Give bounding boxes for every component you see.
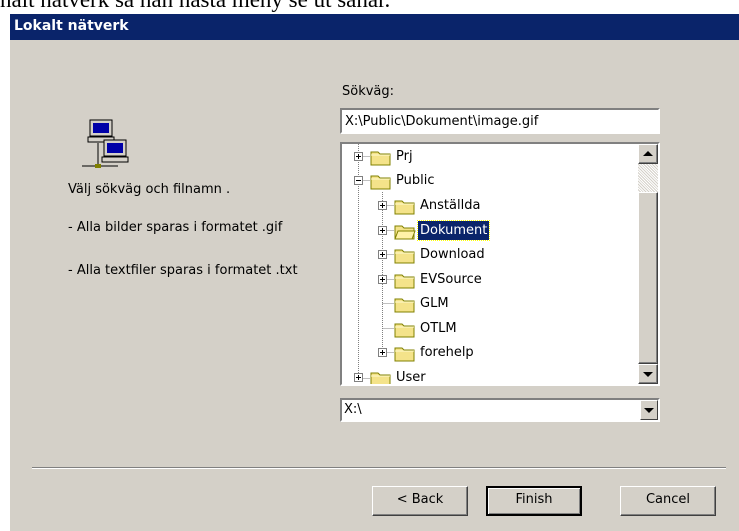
tree-item-label: GLM: [420, 296, 449, 311]
drive-dropdown-button[interactable]: [640, 400, 658, 420]
tree-item-evsource[interactable]: EVSource: [342, 269, 638, 291]
caption-text: nalt nätverk så han nästa meny se ut såh…: [0, 0, 390, 13]
tree-scrollbar[interactable]: [638, 144, 658, 384]
expand-icon[interactable]: [354, 152, 363, 161]
arrow-down-icon: [643, 372, 653, 377]
expand-icon[interactable]: [378, 348, 387, 357]
tree-item-label: OTLM: [420, 321, 457, 336]
gif-format-note: - Alla bilder sparas i formatet .gif: [68, 220, 283, 235]
tree-item-glm[interactable]: GLM: [342, 293, 638, 315]
instruction-text: Välj sökväg och filnamn .: [68, 182, 231, 197]
drive-value: X:\: [344, 402, 362, 417]
document-caption: nalt nätverk så han nästa meny se ut såh…: [0, 0, 739, 14]
tree-item-label: Public: [396, 173, 435, 188]
open-folder-icon: [394, 225, 416, 240]
tree-item-label: Dokument: [416, 220, 491, 241]
tree-item-anstallda[interactable]: Anställda: [342, 195, 638, 217]
expand-icon[interactable]: [378, 226, 387, 235]
folder-icon: [394, 298, 415, 313]
chevron-down-icon: [644, 408, 654, 413]
folder-icon: [370, 175, 391, 190]
tree-item-label: User: [396, 370, 426, 384]
folder-tree[interactable]: Prj Public Anställda Dokument Download E…: [340, 142, 660, 386]
finish-button[interactable]: Finish: [486, 486, 582, 516]
collapse-icon[interactable]: [354, 176, 363, 185]
tree-item-download[interactable]: Download: [342, 244, 638, 266]
scroll-up-button[interactable]: [638, 144, 658, 164]
path-input[interactable]: X:\Public\Dokument\image.gif: [340, 108, 660, 134]
folder-icon: [370, 151, 391, 166]
folder-icon: [394, 200, 415, 215]
folder-icon: [394, 249, 415, 264]
folder-icon: [394, 274, 415, 289]
folder-icon: [394, 323, 415, 338]
tree-item-otlm[interactable]: OTLM: [342, 318, 638, 340]
txt-format-note: - Alla textfiler sparas i formatet .txt: [68, 263, 298, 278]
folder-tree-list: Prj Public Anställda Dokument Download E…: [342, 144, 638, 384]
tree-item-label: EVSource: [420, 272, 482, 287]
tree-item-forehelp[interactable]: forehelp: [342, 342, 638, 364]
tree-item-label: Anställda: [420, 198, 481, 213]
cancel-button[interactable]: Cancel: [620, 486, 716, 516]
expand-icon[interactable]: [378, 275, 387, 284]
tree-item-dokument[interactable]: Dokument: [342, 220, 638, 242]
path-label: Sökväg:: [342, 84, 395, 99]
back-button[interactable]: < Back: [372, 486, 468, 516]
expand-icon[interactable]: [378, 201, 387, 210]
tree-item-label: Prj: [396, 149, 413, 164]
tree-item-prj[interactable]: Prj: [342, 146, 638, 168]
tree-item-label: Download: [420, 247, 485, 262]
network-computers-icon: [82, 119, 129, 168]
arrow-up-icon: [643, 151, 653, 156]
title-bar: Lokalt nätverk: [10, 14, 739, 40]
expand-icon[interactable]: [354, 373, 363, 382]
folder-icon: [394, 347, 415, 362]
window-title: Lokalt nätverk: [14, 18, 129, 34]
drive-select[interactable]: X:\: [340, 398, 660, 422]
scroll-thumb[interactable]: [638, 192, 658, 364]
button-separator: [32, 467, 726, 469]
tree-item-user[interactable]: User: [342, 367, 638, 384]
scroll-down-button[interactable]: [638, 364, 658, 384]
expand-icon[interactable]: [378, 250, 387, 259]
local-network-dialog: Lokalt nätverk Välj sökväg och filnamn .…: [10, 14, 739, 531]
tree-item-label: forehelp: [420, 345, 474, 360]
tree-item-public[interactable]: Public: [342, 170, 638, 192]
folder-icon: [370, 372, 391, 384]
